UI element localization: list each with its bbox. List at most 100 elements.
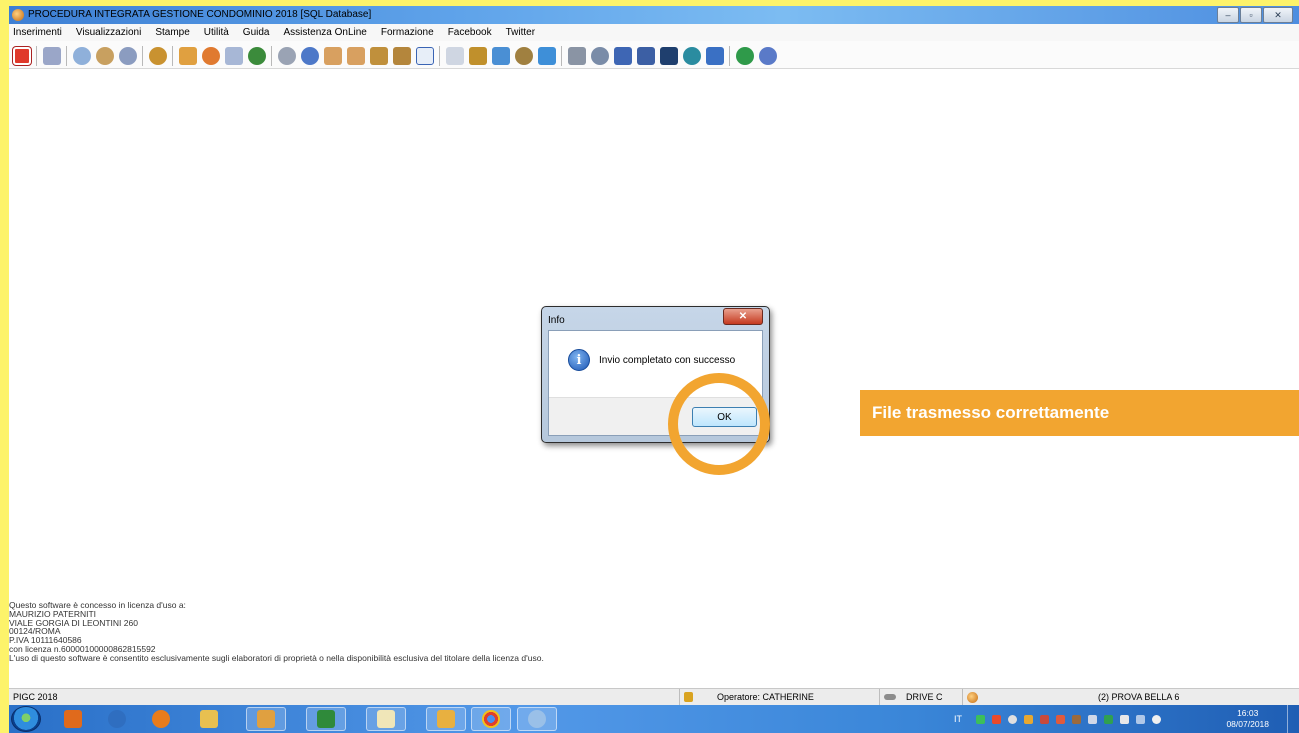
taskbar: IT 16:03 08/07/2018	[9, 705, 1299, 733]
taskbar-app-pigc[interactable]	[246, 707, 286, 731]
close-window-button[interactable]: ✕	[1263, 7, 1293, 23]
toolbar-separator	[439, 46, 440, 66]
status-drive-label: DRIVE C	[906, 692, 943, 702]
minimize-button[interactable]: –	[1217, 7, 1239, 23]
battery-icon[interactable]	[1104, 714, 1113, 724]
taskbar-app-office[interactable]	[53, 707, 93, 731]
license-line: VIALE GORGIA DI LEONTINI 260	[9, 617, 138, 628]
menu-bar: Inserimenti Visualizzazioni Stampe Utili…	[9, 24, 1299, 41]
status-operator-label: Operatore: CATHERINE	[717, 692, 814, 702]
keys-icon[interactable]	[73, 47, 91, 65]
monitor-icon[interactable]	[660, 47, 678, 65]
keys-icon[interactable]	[149, 47, 167, 65]
excel-icon	[317, 710, 335, 728]
taskbar-app-mail[interactable]	[366, 707, 406, 731]
person-icon[interactable]	[515, 47, 533, 65]
drive-icon	[884, 694, 896, 700]
status-app: PIGC 2018	[9, 689, 679, 705]
toolbar-separator	[36, 46, 37, 66]
menu-assistenza-online[interactable]: Assistenza OnLine	[283, 27, 366, 38]
chart-icon[interactable]	[492, 47, 510, 65]
pie-chart-icon[interactable]	[278, 47, 296, 65]
firefox-icon	[152, 710, 170, 728]
pie-chart-icon[interactable]	[301, 47, 319, 65]
calculator-icon[interactable]	[43, 47, 61, 65]
taskbar-app-firefox[interactable]	[141, 707, 181, 731]
toolbar-separator	[172, 46, 173, 66]
keys-icon[interactable]	[96, 47, 114, 65]
book-icon[interactable]	[706, 47, 724, 65]
taskbar-app-arrow[interactable]	[97, 707, 137, 731]
chrome-icon	[482, 710, 500, 728]
house-icon	[257, 710, 275, 728]
disk-icon[interactable]	[591, 47, 609, 65]
office-icon	[64, 710, 82, 728]
dialog-close-button[interactable]: ✕	[723, 308, 763, 325]
menu-stampe[interactable]: Stampe	[155, 27, 189, 38]
update-icon[interactable]	[1024, 714, 1033, 724]
show-desktop-button[interactable]	[1287, 705, 1299, 733]
people-icon[interactable]	[202, 47, 220, 65]
arrow-icon	[108, 710, 126, 728]
menu-twitter[interactable]: Twitter	[506, 27, 535, 38]
hand-icon[interactable]	[370, 47, 388, 65]
hand-icon[interactable]	[324, 47, 342, 65]
help-icon[interactable]	[759, 47, 777, 65]
book-icon[interactable]	[637, 47, 655, 65]
taskbar-app-explorer[interactable]	[189, 707, 229, 731]
menu-formazione[interactable]: Formazione	[381, 27, 434, 38]
sync-icon[interactable]	[1008, 714, 1017, 724]
taskbar-app-excel[interactable]	[306, 707, 346, 731]
grid-icon[interactable]	[225, 47, 243, 65]
language-indicator[interactable]: IT	[954, 714, 962, 724]
f24-icon[interactable]	[416, 47, 434, 65]
clock-date: 08/07/2018	[1226, 719, 1269, 729]
system-tray: IT	[954, 705, 1168, 733]
folder-icon	[200, 710, 218, 728]
outlook-icon	[437, 710, 455, 728]
hand-icon[interactable]	[393, 47, 411, 65]
start-button[interactable]	[11, 706, 41, 732]
power-icon[interactable]	[13, 47, 31, 65]
dialog-message: Invio completato con successo	[599, 355, 736, 366]
document-icon[interactable]	[446, 47, 464, 65]
clock[interactable]: 16:03 08/07/2018	[1226, 708, 1269, 730]
coins-icon[interactable]	[119, 47, 137, 65]
license-line: L'uso di questo software è consentito es…	[9, 652, 544, 663]
network-icon[interactable]	[976, 714, 985, 724]
tools-icon[interactable]	[469, 47, 487, 65]
menu-guida[interactable]: Guida	[243, 27, 270, 38]
clock-time: 16:03	[1237, 708, 1259, 718]
menu-visualizzazioni[interactable]: Visualizzazioni	[76, 27, 141, 38]
window-title: PROCEDURA INTEGRATA GESTIONE CONDOMINIO …	[28, 9, 372, 20]
title-bar[interactable]: PROCEDURA INTEGRATA GESTIONE CONDOMINIO …	[9, 6, 1299, 24]
tools-tray-icon[interactable]	[1040, 714, 1049, 724]
menu-facebook[interactable]: Facebook	[448, 27, 492, 38]
lock-icon	[684, 692, 693, 702]
antivirus-icon[interactable]	[992, 714, 1001, 724]
hand-icon[interactable]	[347, 47, 365, 65]
menu-utilita[interactable]: Utilità	[204, 27, 229, 38]
people-icon[interactable]	[248, 47, 266, 65]
globe-icon[interactable]	[736, 47, 754, 65]
license-line: 00124/ROMA	[9, 626, 61, 637]
menu-inserimenti[interactable]: Inserimenti	[13, 27, 62, 38]
status-drive: DRIVE C	[879, 689, 962, 705]
volume-icon[interactable]	[1152, 714, 1161, 724]
globe-icon[interactable]	[683, 47, 701, 65]
device-icon[interactable]	[1072, 714, 1081, 724]
printer-icon[interactable]	[568, 47, 586, 65]
taskbar-app-paint[interactable]	[517, 707, 557, 731]
display-icon[interactable]	[1088, 714, 1097, 724]
license-line: Questo software è concesso in licenza d'…	[9, 600, 186, 610]
cube-icon[interactable]	[538, 47, 556, 65]
house-icon[interactable]	[179, 47, 197, 65]
taskbar-app-outlook[interactable]	[426, 707, 466, 731]
alert-icon[interactable]	[1056, 714, 1065, 724]
info-icon: i	[568, 349, 590, 371]
wifi-icon[interactable]	[1136, 714, 1145, 724]
taskbar-app-chrome[interactable]	[471, 707, 511, 731]
flag-icon[interactable]	[1120, 714, 1129, 724]
hand-icon[interactable]	[614, 47, 632, 65]
maximize-button[interactable]: ▫	[1240, 7, 1262, 23]
